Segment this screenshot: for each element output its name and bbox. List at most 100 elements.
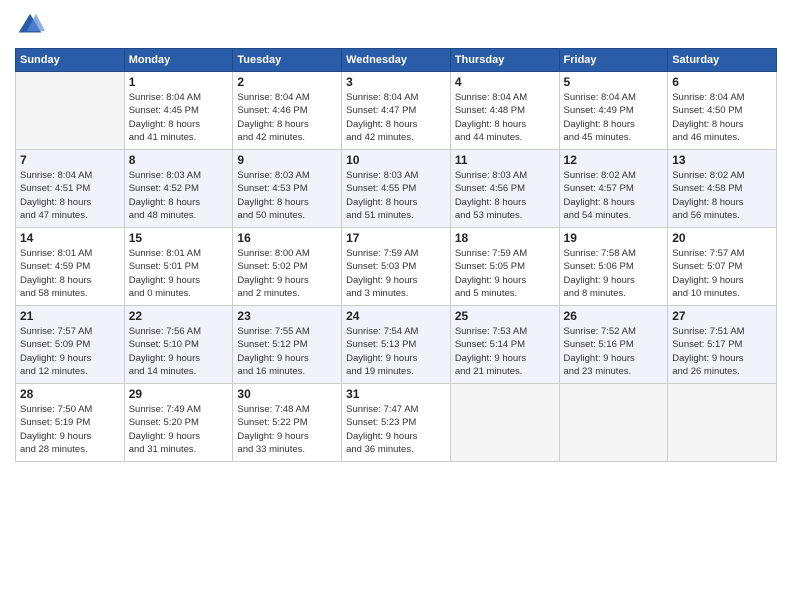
- calendar-cell: 11 Sunrise: 8:03 AM Sunset: 4:56 PM Dayli…: [450, 150, 559, 228]
- day-info: Sunrise: 7:50 AM Sunset: 5:19 PM Dayligh…: [20, 403, 120, 456]
- day-info: Sunrise: 8:00 AM Sunset: 5:02 PM Dayligh…: [237, 247, 337, 300]
- calendar-cell: [559, 384, 668, 462]
- day-info: Sunrise: 7:56 AM Sunset: 5:10 PM Dayligh…: [129, 325, 229, 378]
- calendar-cell: 22 Sunrise: 7:56 AM Sunset: 5:10 PM Dayli…: [124, 306, 233, 384]
- day-info: Sunrise: 7:52 AM Sunset: 5:16 PM Dayligh…: [564, 325, 664, 378]
- calendar-cell: 23 Sunrise: 7:55 AM Sunset: 5:12 PM Dayli…: [233, 306, 342, 384]
- day-info: Sunrise: 8:03 AM Sunset: 4:56 PM Dayligh…: [455, 169, 555, 222]
- calendar-cell: 17 Sunrise: 7:59 AM Sunset: 5:03 PM Dayli…: [342, 228, 451, 306]
- day-info: Sunrise: 7:48 AM Sunset: 5:22 PM Dayligh…: [237, 403, 337, 456]
- calendar-cell: 9Sunrise: 8:03 AM Sunset: 4:53 PM Daylig…: [233, 150, 342, 228]
- day-number: 14: [20, 231, 120, 245]
- day-number: 7: [20, 153, 120, 167]
- calendar-week-row: 21 Sunrise: 7:57 AM Sunset: 5:09 PM Dayli…: [16, 306, 777, 384]
- day-info: Sunrise: 7:57 AM Sunset: 5:09 PM Dayligh…: [20, 325, 120, 378]
- day-number: 8: [129, 153, 229, 167]
- day-number: 18: [455, 231, 555, 245]
- day-info: Sunrise: 8:01 AM Sunset: 5:01 PM Dayligh…: [129, 247, 229, 300]
- day-number: 15: [129, 231, 229, 245]
- calendar-header-row: SundayMondayTuesdayWednesdayThursdayFrid…: [16, 49, 777, 72]
- calendar-cell: 24Sunrise: 7:54 AM Sunset: 5:13 PM Dayli…: [342, 306, 451, 384]
- day-number: 19: [564, 231, 664, 245]
- calendar-cell: 10Sunrise: 8:03 AM Sunset: 4:55 PM Dayli…: [342, 150, 451, 228]
- calendar-cell: 15 Sunrise: 8:01 AM Sunset: 5:01 PM Dayli…: [124, 228, 233, 306]
- day-number: 22: [129, 309, 229, 323]
- calendar-cell: 29Sunrise: 7:49 AM Sunset: 5:20 PM Dayli…: [124, 384, 233, 462]
- calendar-cell: 19Sunrise: 7:58 AM Sunset: 5:06 PM Dayli…: [559, 228, 668, 306]
- day-number: 6: [672, 75, 772, 89]
- calendar-cell: 12 Sunrise: 8:02 AM Sunset: 4:57 PM Dayli…: [559, 150, 668, 228]
- day-info: Sunrise: 8:01 AM Sunset: 4:59 PM Dayligh…: [20, 247, 120, 300]
- calendar-cell: 13 Sunrise: 8:02 AM Sunset: 4:58 PM Dayli…: [668, 150, 777, 228]
- day-info: Sunrise: 8:04 AM Sunset: 4:45 PM Dayligh…: [129, 91, 229, 144]
- day-info: Sunrise: 8:04 AM Sunset: 4:46 PM Dayligh…: [237, 91, 337, 144]
- day-number: 1: [129, 75, 229, 89]
- day-number: 29: [129, 387, 229, 401]
- day-info: Sunrise: 8:02 AM Sunset: 4:58 PM Dayligh…: [672, 169, 772, 222]
- day-number: 10: [346, 153, 446, 167]
- calendar-cell: 14 Sunrise: 8:01 AM Sunset: 4:59 PM Dayli…: [16, 228, 125, 306]
- day-number: 2: [237, 75, 337, 89]
- calendar-header-tuesday: Tuesday: [233, 49, 342, 72]
- calendar-header-wednesday: Wednesday: [342, 49, 451, 72]
- day-number: 20: [672, 231, 772, 245]
- day-number: 25: [455, 309, 555, 323]
- calendar-header-sunday: Sunday: [16, 49, 125, 72]
- calendar-cell: 2 Sunrise: 8:04 AM Sunset: 4:46 PM Daylig…: [233, 72, 342, 150]
- day-info: Sunrise: 7:57 AM Sunset: 5:07 PM Dayligh…: [672, 247, 772, 300]
- calendar-cell: 16 Sunrise: 8:00 AM Sunset: 5:02 PM Dayli…: [233, 228, 342, 306]
- day-number: 26: [564, 309, 664, 323]
- day-info: Sunrise: 7:47 AM Sunset: 5:23 PM Dayligh…: [346, 403, 446, 456]
- day-number: 16: [237, 231, 337, 245]
- logo-icon: [15, 10, 45, 40]
- day-info: Sunrise: 7:53 AM Sunset: 5:14 PM Dayligh…: [455, 325, 555, 378]
- calendar-header-saturday: Saturday: [668, 49, 777, 72]
- calendar-cell: 21 Sunrise: 7:57 AM Sunset: 5:09 PM Dayli…: [16, 306, 125, 384]
- day-info: Sunrise: 8:04 AM Sunset: 4:50 PM Dayligh…: [672, 91, 772, 144]
- page-container: SundayMondayTuesdayWednesdayThursdayFrid…: [0, 0, 792, 612]
- day-info: Sunrise: 7:59 AM Sunset: 5:05 PM Dayligh…: [455, 247, 555, 300]
- calendar-cell: 28 Sunrise: 7:50 AM Sunset: 5:19 PM Dayli…: [16, 384, 125, 462]
- calendar-table: SundayMondayTuesdayWednesdayThursdayFrid…: [15, 48, 777, 462]
- day-number: 17: [346, 231, 446, 245]
- calendar-cell: 20 Sunrise: 7:57 AM Sunset: 5:07 PM Dayli…: [668, 228, 777, 306]
- calendar-cell: 8 Sunrise: 8:03 AM Sunset: 4:52 PM Daylig…: [124, 150, 233, 228]
- day-info: Sunrise: 8:03 AM Sunset: 4:52 PM Dayligh…: [129, 169, 229, 222]
- calendar-cell: 30 Sunrise: 7:48 AM Sunset: 5:22 PM Dayli…: [233, 384, 342, 462]
- day-number: 11: [455, 153, 555, 167]
- calendar-cell: 31 Sunrise: 7:47 AM Sunset: 5:23 PM Dayli…: [342, 384, 451, 462]
- day-info: Sunrise: 8:02 AM Sunset: 4:57 PM Dayligh…: [564, 169, 664, 222]
- calendar-week-row: 1 Sunrise: 8:04 AM Sunset: 4:45 PM Daylig…: [16, 72, 777, 150]
- day-info: Sunrise: 7:55 AM Sunset: 5:12 PM Dayligh…: [237, 325, 337, 378]
- day-number: 30: [237, 387, 337, 401]
- day-info: Sunrise: 7:51 AM Sunset: 5:17 PM Dayligh…: [672, 325, 772, 378]
- day-number: 21: [20, 309, 120, 323]
- day-number: 13: [672, 153, 772, 167]
- day-info: Sunrise: 7:59 AM Sunset: 5:03 PM Dayligh…: [346, 247, 446, 300]
- day-info: Sunrise: 8:04 AM Sunset: 4:51 PM Dayligh…: [20, 169, 120, 222]
- day-number: 4: [455, 75, 555, 89]
- calendar-cell: 27 Sunrise: 7:51 AM Sunset: 5:17 PM Dayli…: [668, 306, 777, 384]
- day-info: Sunrise: 8:04 AM Sunset: 4:49 PM Dayligh…: [564, 91, 664, 144]
- logo: [15, 10, 49, 40]
- day-number: 23: [237, 309, 337, 323]
- day-number: 12: [564, 153, 664, 167]
- calendar-cell: [450, 384, 559, 462]
- calendar-cell: [668, 384, 777, 462]
- calendar-week-row: 14 Sunrise: 8:01 AM Sunset: 4:59 PM Dayli…: [16, 228, 777, 306]
- day-number: 31: [346, 387, 446, 401]
- calendar-header-monday: Monday: [124, 49, 233, 72]
- calendar-header-friday: Friday: [559, 49, 668, 72]
- calendar-cell: 26 Sunrise: 7:52 AM Sunset: 5:16 PM Dayli…: [559, 306, 668, 384]
- calendar-cell: 3 Sunrise: 8:04 AM Sunset: 4:47 PM Daylig…: [342, 72, 451, 150]
- day-number: 27: [672, 309, 772, 323]
- day-number: 28: [20, 387, 120, 401]
- calendar-cell: 4 Sunrise: 8:04 AM Sunset: 4:48 PM Daylig…: [450, 72, 559, 150]
- calendar-header-thursday: Thursday: [450, 49, 559, 72]
- day-info: Sunrise: 8:04 AM Sunset: 4:47 PM Dayligh…: [346, 91, 446, 144]
- day-number: 3: [346, 75, 446, 89]
- day-info: Sunrise: 8:04 AM Sunset: 4:48 PM Dayligh…: [455, 91, 555, 144]
- calendar-cell: 18 Sunrise: 7:59 AM Sunset: 5:05 PM Dayli…: [450, 228, 559, 306]
- day-number: 9: [237, 153, 337, 167]
- calendar-cell: 1 Sunrise: 8:04 AM Sunset: 4:45 PM Daylig…: [124, 72, 233, 150]
